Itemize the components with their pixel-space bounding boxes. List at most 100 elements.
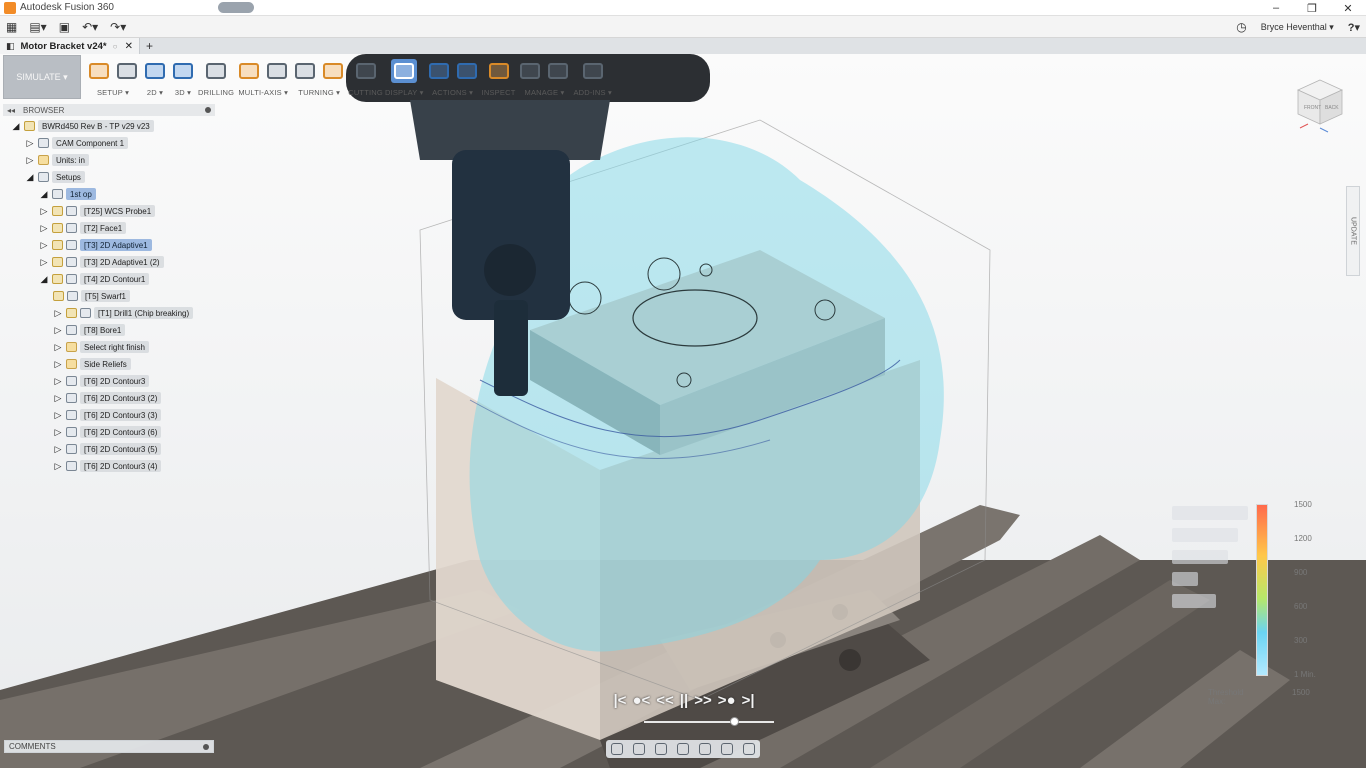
toolbar-group-drilling[interactable]: DRILLING xyxy=(198,54,234,97)
zoom-icon[interactable] xyxy=(677,743,689,755)
display-icon[interactable] xyxy=(391,59,418,83)
fit-icon[interactable] xyxy=(699,743,711,755)
tree-item[interactable]: ▷ [T25] WCS Probe1 xyxy=(39,204,156,218)
tree-item[interactable]: ▷ [T3] 2D Adaptive1 xyxy=(39,238,152,252)
folder-icon[interactable] xyxy=(114,59,140,83)
browser-header[interactable]: ◂◂ BROWSER xyxy=(3,104,215,116)
tree-item[interactable]: ▷ [T6] 2D Contour3 xyxy=(53,374,150,388)
timeline-handle[interactable] xyxy=(730,717,739,726)
go-to-end-button[interactable]: >| xyxy=(742,692,755,709)
workspace-switcher[interactable]: SIMULATE ▾ xyxy=(3,55,81,99)
pan-icon[interactable] xyxy=(655,743,667,755)
close-tab-icon[interactable]: ✕ xyxy=(125,41,133,52)
turning-icon[interactable] xyxy=(292,59,318,83)
new-tab-button[interactable]: + xyxy=(146,39,153,53)
tree-item[interactable]: ▷ [T8] Bore1 xyxy=(53,323,126,337)
tree-item[interactable]: ▷ CAM Component 1 xyxy=(25,136,129,150)
template-icon[interactable] xyxy=(545,59,571,83)
legend-option-select[interactable] xyxy=(1172,572,1198,586)
tree-item[interactable]: ▷ [T1] Drill1 (Chip breaking) xyxy=(53,306,194,320)
toolbar-group-addins[interactable]: ADD-INS ▾ xyxy=(573,54,612,97)
help-menu[interactable]: ?▾ xyxy=(1348,21,1360,34)
tree-item[interactable]: ◢ 1st op xyxy=(39,187,96,201)
previous-operation-button[interactable]: ●< xyxy=(632,692,650,709)
display-settings-icon[interactable] xyxy=(721,743,733,755)
tree-item[interactable]: ▷ [T6] 2D Contour3 (6) xyxy=(53,425,162,439)
legend-color-select[interactable] xyxy=(1172,550,1228,564)
tree-item[interactable]: ◢ Setups xyxy=(25,170,85,184)
legend-scale-select[interactable] xyxy=(1172,594,1216,608)
minimize-button[interactable]: – xyxy=(1258,0,1294,16)
toolbar-group-manage[interactable]: MANAGE ▾ xyxy=(517,54,571,97)
setup-sheet-icon[interactable] xyxy=(454,59,480,83)
redo-icon[interactable]: ↷▾ xyxy=(104,16,132,38)
expand-triangle-icon[interactable]: ▷ xyxy=(39,240,49,251)
toolbar-group-inspect[interactable]: INSPECT xyxy=(482,54,516,97)
expand-triangle-icon[interactable]: ▷ xyxy=(53,342,63,353)
expand-triangle-icon[interactable]: ▷ xyxy=(53,376,63,387)
drill-icon[interactable] xyxy=(203,59,229,83)
tree-item[interactable]: ▷ [T6] 2D Contour3 (4) xyxy=(53,459,162,473)
undo-icon[interactable]: ↶▾ xyxy=(76,16,104,38)
comments-panel[interactable]: COMMENTS xyxy=(4,740,214,753)
expand-triangle-icon[interactable]: ▷ xyxy=(53,444,63,455)
expand-triangle-icon[interactable]: ▷ xyxy=(53,308,63,319)
expand-triangle-icon[interactable]: ◢ xyxy=(11,121,21,132)
expand-triangle-icon[interactable]: ▷ xyxy=(25,155,35,166)
post-icon[interactable] xyxy=(426,59,452,83)
swarf-icon[interactable] xyxy=(264,59,290,83)
tree-item[interactable]: ◢ [T4] 2D Contour1 xyxy=(39,272,150,286)
tree-item[interactable]: ▷ [T2] Face1 xyxy=(39,221,127,235)
simulation-timeline[interactable] xyxy=(644,721,774,723)
tree-item[interactable]: ▷ [T6] 2D Contour3 (5) xyxy=(53,442,162,456)
expand-triangle-icon[interactable]: ▷ xyxy=(53,410,63,421)
expand-triangle-icon[interactable]: ◢ xyxy=(25,172,35,183)
tree-item[interactable]: ▷ [T6] 2D Contour3 (2) xyxy=(53,391,162,405)
cutting-icon[interactable] xyxy=(353,59,379,83)
toolbar-group-actions[interactable]: ACTIONS ▾ xyxy=(426,54,480,97)
go-to-start-button[interactable]: |< xyxy=(613,692,626,709)
expand-triangle-icon[interactable]: ▷ xyxy=(25,138,35,149)
viewcube[interactable]: FRONT BACK xyxy=(1294,76,1346,134)
orbit-icon[interactable] xyxy=(611,743,623,755)
rewind-button[interactable]: << xyxy=(656,692,674,709)
tree-item[interactable]: ▷ [T3] 2D Adaptive1 (2) xyxy=(39,255,164,269)
2d-adaptive-icon[interactable] xyxy=(142,59,168,83)
collapse-icon[interactable]: ◂◂ xyxy=(7,106,15,115)
addins-icon[interactable] xyxy=(580,59,606,83)
legend-type-select[interactable] xyxy=(1172,528,1238,542)
next-operation-button[interactable]: >● xyxy=(718,692,736,709)
multiaxis-icon[interactable] xyxy=(236,59,262,83)
tree-item[interactable]: [T5] Swarf1 xyxy=(53,289,130,303)
grid-icon[interactable]: ▦ xyxy=(0,16,23,38)
legend-mode-select[interactable] xyxy=(1172,506,1248,520)
side-update-tab[interactable]: UPDATE xyxy=(1346,186,1360,276)
expand-triangle-icon[interactable]: ▷ xyxy=(53,393,63,404)
grid-settings-icon[interactable] xyxy=(743,743,755,755)
tree-root[interactable]: ◢ BWRd450 Rev B - TP v29 v23 xyxy=(11,119,154,133)
toolbar-group-2d[interactable]: 2D ▾ xyxy=(142,54,168,97)
file-icon[interactable]: ▤▾ xyxy=(23,16,52,38)
face-icon[interactable] xyxy=(320,59,346,83)
toolbar-group-multiaxis[interactable]: MULTI-AXIS ▾ xyxy=(236,54,290,97)
pin-icon[interactable] xyxy=(205,107,211,113)
toolbar-group-cutting[interactable]: CUTTING xyxy=(348,54,383,97)
tree-item[interactable]: ▷ Select right finish xyxy=(53,340,149,354)
pause-button[interactable]: || xyxy=(680,692,688,709)
expand-triangle-icon[interactable]: ◢ xyxy=(39,189,49,200)
toolbar-group-3d[interactable]: 3D ▾ xyxy=(170,54,196,97)
close-button[interactable]: ✕ xyxy=(1330,0,1366,16)
inspect-icon[interactable] xyxy=(486,59,512,83)
clock-icon[interactable]: ◷ xyxy=(1236,20,1246,34)
tree-item[interactable]: ▷ Side Reliefs xyxy=(53,357,131,371)
expand-triangle-icon[interactable]: ▷ xyxy=(39,257,49,268)
tree-item[interactable]: ▷ [T6] 2D Contour3 (3) xyxy=(53,408,162,422)
document-tab[interactable]: ◧ Motor Bracket v24* ○ ✕ xyxy=(0,38,140,54)
save-icon[interactable]: ▣ xyxy=(53,16,76,38)
toolbar-group-turning[interactable]: TURNING ▾ xyxy=(292,54,346,97)
tree-item[interactable]: ▷ Units: in xyxy=(25,153,89,167)
look-at-icon[interactable] xyxy=(633,743,645,755)
maximize-button[interactable]: ❐ xyxy=(1294,0,1330,16)
fast-forward-button[interactable]: >> xyxy=(694,692,712,709)
expand-triangle-icon[interactable]: ▷ xyxy=(53,359,63,370)
